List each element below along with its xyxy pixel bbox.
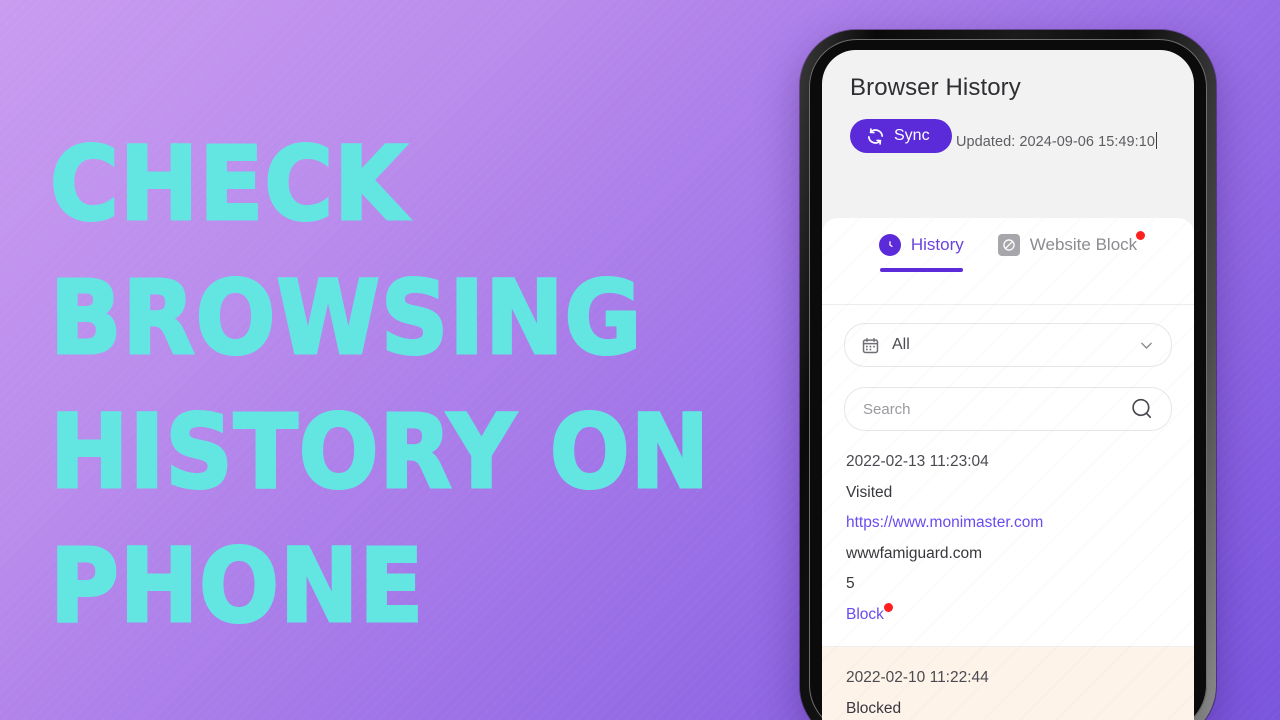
headline-line-4: PHONE [49,526,425,648]
history-status: Visited [846,483,893,501]
tab-history-label: History [910,235,964,254]
filter-section: All Search [822,305,1194,431]
tab-notification-badge [1136,231,1146,240]
table-row[interactable]: 2022-02-13 11:23:04 Visited https://www.… [822,431,1194,647]
page-title: CHECK BROWSING HISTORY ON PHONE [49,118,712,654]
block-link-badge [883,602,893,612]
text-caret [1155,131,1157,149]
app-title: Browser History [850,74,1021,101]
history-timestamp: 2022-02-13 11:23:04 [846,453,989,470]
app-header: Browser History Sync Updated: 2024-09-06… [822,50,1194,153]
search-icon[interactable] [1129,396,1155,422]
calendar-icon [861,336,880,355]
history-status: Blocked [846,699,902,717]
phone-screen: Browser History Sync Updated: 2024-09-06… [822,50,1194,720]
headline-line-2: BROWSING [49,258,643,380]
block-link-label: Block [846,605,884,623]
sync-button[interactable]: Sync [850,119,952,153]
promo-canvas: CHECK BROWSING HISTORY ON PHONE Browser … [0,0,1280,720]
headline-line-3: HISTORY ON [49,392,711,514]
phone-mockup: Browser History Sync Updated: 2024-09-06… [800,30,1216,720]
date-filter-dropdown[interactable]: All [844,323,1172,367]
chevron-down-icon [1138,337,1155,354]
updated-timestamp-text: Updated: 2024-09-06 15:49:10 [956,133,1155,150]
sync-button-label: Sync [894,127,930,144]
table-row[interactable]: 2022-02-10 11:22:44 Blocked https://www.… [822,647,1194,720]
history-url[interactable]: https://www.monimaster.com [846,508,1170,539]
date-filter-value: All [892,336,910,353]
no-entry-icon [997,234,1020,256]
tab-website-block-label: Website Block [1029,235,1138,254]
content-card: History Website Block All Search 2022-02… [822,218,1194,720]
updated-timestamp: Updated: 2024-09-06 15:49:10 [956,131,1157,150]
history-site: wwwfamiguard.com [846,544,983,562]
tab-bar: History Website Block [822,218,1194,305]
sync-icon [866,127,885,146]
headline-line-1: CHECK [49,124,409,246]
history-list: 2022-02-13 11:23:04 Visited https://www.… [822,431,1194,720]
search-bar[interactable]: Search [844,387,1172,431]
search-input[interactable]: Search [863,401,1129,418]
tab-active-underline [879,268,963,272]
history-timestamp: 2022-02-10 11:22:44 [846,669,989,686]
tab-website-block[interactable]: Website Block [997,231,1146,264]
tab-history[interactable]: History [878,234,964,272]
history-visit-count: 5 [846,575,855,592]
clock-icon [878,234,901,256]
block-link[interactable]: Block [846,600,893,631]
